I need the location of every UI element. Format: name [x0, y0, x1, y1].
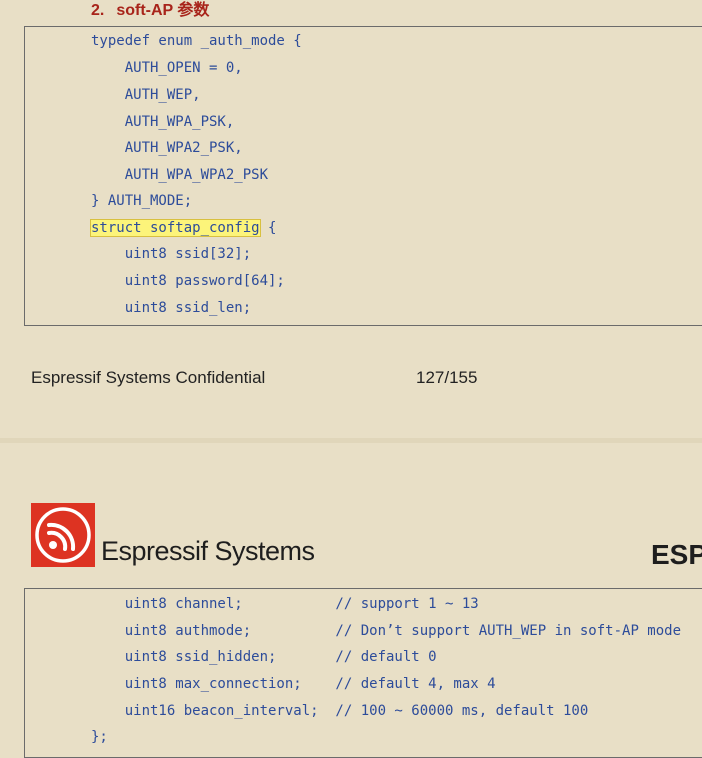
code-line: uint8 ssid_hidden; // default 0 [91, 649, 437, 665]
code-line: typedef enum _auth_mode { [91, 33, 302, 49]
code-line: uint8 ssid_len; [91, 300, 252, 316]
highlighted-struct-name: struct softap_config [90, 219, 261, 237]
code-line-rest: { [259, 220, 277, 236]
code-line: } AUTH_MODE; [91, 193, 193, 209]
code-line: uint16 beacon_interval; // 100 ~ 60000 m… [91, 703, 589, 719]
page-separator [0, 438, 702, 443]
code-line: }; [91, 729, 108, 745]
footer-confidential: Espressif Systems Confidential [31, 368, 266, 387]
code-line: AUTH_WPA_WPA2_PSK [91, 167, 269, 183]
code-line: uint8 ssid[32]; [91, 246, 252, 262]
code-line: AUTH_WEP, [91, 87, 201, 103]
code-line: AUTH_WPA2_PSK, [91, 140, 243, 156]
section-number: 2. [91, 2, 105, 19]
code-line: AUTH_WPA_PSK, [91, 114, 235, 130]
footer-page-number: 127/155 [416, 368, 478, 387]
company-name: Espressif Systems [101, 536, 315, 566]
code-line: uint8 channel; // support 1 ~ 13 [91, 596, 479, 612]
header-title-partial: ESP [651, 539, 702, 570]
code-line: uint8 password[64]; [91, 273, 285, 289]
code-line: uint8 authmode; // Don’t support AUTH_WE… [91, 623, 682, 639]
code-line: AUTH_OPEN = 0, [91, 60, 243, 76]
code-line: struct softap_config { [90, 217, 277, 239]
code-block-top: typedef enum _auth_mode { AUTH_OPEN = 0,… [24, 26, 702, 326]
section-title: soft-AP 参数 [116, 2, 210, 19]
code-block-bottom: uint8 channel; // support 1 ~ 13 uint8 a… [24, 588, 702, 758]
section-heading: 2. soft-AP 参数 [91, 0, 209, 22]
espressif-logo-icon [31, 503, 95, 567]
code-line: uint8 max_connection; // default 4, max … [91, 676, 496, 692]
